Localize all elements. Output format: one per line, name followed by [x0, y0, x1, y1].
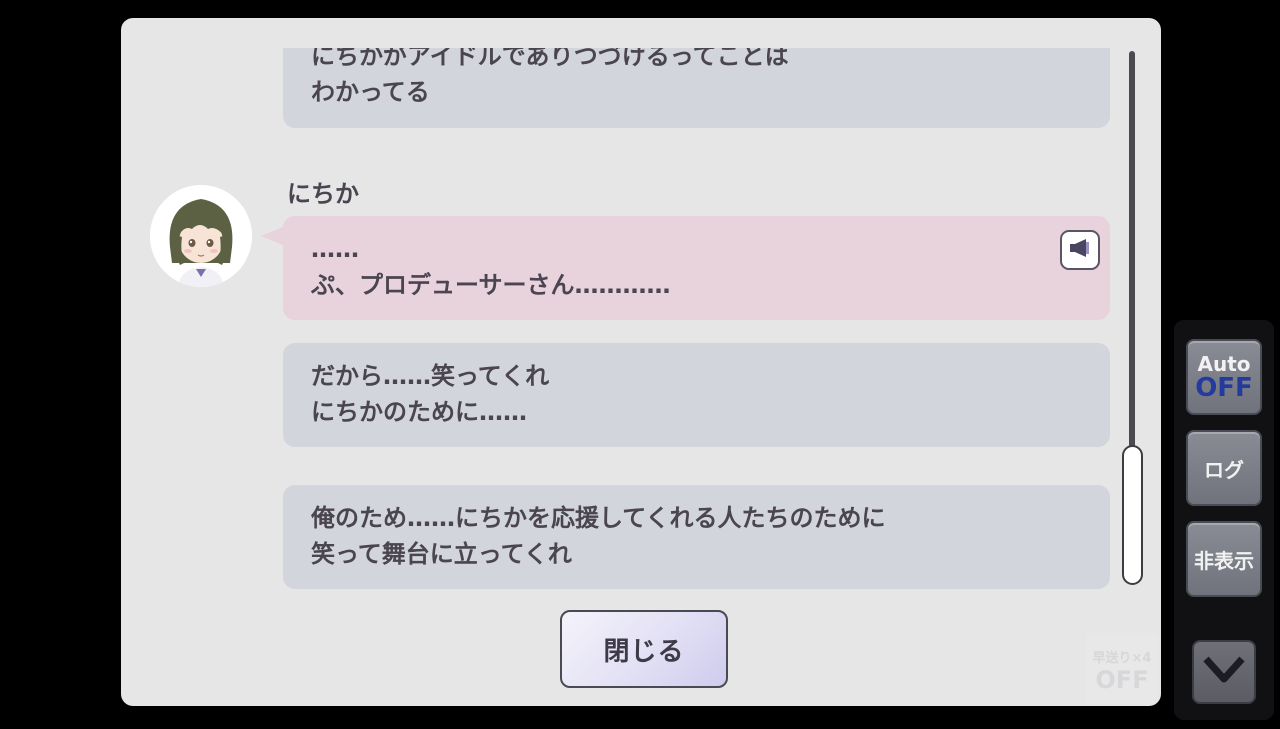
dialogue-bubble: だから……笑ってくれ にちかのために…… — [283, 343, 1110, 447]
side-menu: Auto OFF ログ 非表示 — [1174, 320, 1274, 720]
fast-forward-indicator[interactable]: 早送り×4 OFF — [1086, 633, 1158, 705]
voice-replay-button[interactable] — [1060, 230, 1100, 270]
dialogue-line: ぷ、プロデューサーさん………… — [311, 271, 671, 299]
dialogue-line: にちかがアイドルでありつづけるってことは — [311, 48, 789, 70]
log-scroll-area[interactable]: にちかがアイドルでありつづけるってことは わかってる にちか …… ぷ、プロデュ… — [121, 48, 1121, 604]
auto-toggle-button[interactable]: Auto OFF — [1186, 339, 1262, 415]
scrollbar-thumb[interactable] — [1122, 445, 1143, 585]
fast-forward-state: OFF — [1095, 666, 1149, 694]
bubble-tail — [261, 226, 285, 246]
dialogue-line: にちかのために…… — [311, 398, 527, 426]
close-button[interactable]: 閉じる — [560, 610, 728, 688]
hide-button-label: 非表示 — [1194, 548, 1254, 573]
dialogue-bubble: にちかがアイドルでありつづけるってことは わかってる — [283, 48, 1110, 128]
speaker-icon — [1068, 232, 1092, 268]
nichika-avatar-icon — [150, 185, 252, 287]
dialogue-line: だから……笑ってくれ — [311, 362, 550, 390]
dialogue-line: 俺のため……にちかを応援してくれる人たちのために — [311, 504, 886, 532]
dialogue-bubble: 俺のため……にちかを応援してくれる人たちのために 笑って舞台に立ってくれ — [283, 485, 1110, 589]
dialogue-line: 笑って舞台に立ってくれ — [311, 540, 572, 568]
auto-label: Auto — [1197, 352, 1251, 376]
dialogue-log-panel: にちかがアイドルでありつづけるってことは わかってる にちか …… ぷ、プロデュ… — [121, 18, 1161, 706]
speaker-name: にちか — [287, 180, 359, 208]
chevron-down-icon — [1202, 655, 1246, 689]
fast-forward-label: 早送り×4 — [1092, 651, 1152, 666]
hide-ui-button[interactable]: 非表示 — [1186, 521, 1262, 597]
log-button-label: ログ — [1204, 457, 1244, 482]
log-button[interactable]: ログ — [1186, 430, 1262, 506]
menu-collapse-button[interactable] — [1192, 640, 1256, 704]
close-button-label: 閉じる — [603, 636, 685, 667]
auto-state: OFF — [1195, 373, 1253, 403]
game-screen: にちかがアイドルでありつづけるってことは わかってる にちか …… ぷ、プロデュ… — [0, 0, 1280, 729]
dialogue-line: わかってる — [311, 78, 430, 106]
dialogue-bubble-active: …… ぷ、プロデューサーさん………… — [283, 216, 1110, 320]
dialogue-line: …… — [311, 235, 359, 263]
